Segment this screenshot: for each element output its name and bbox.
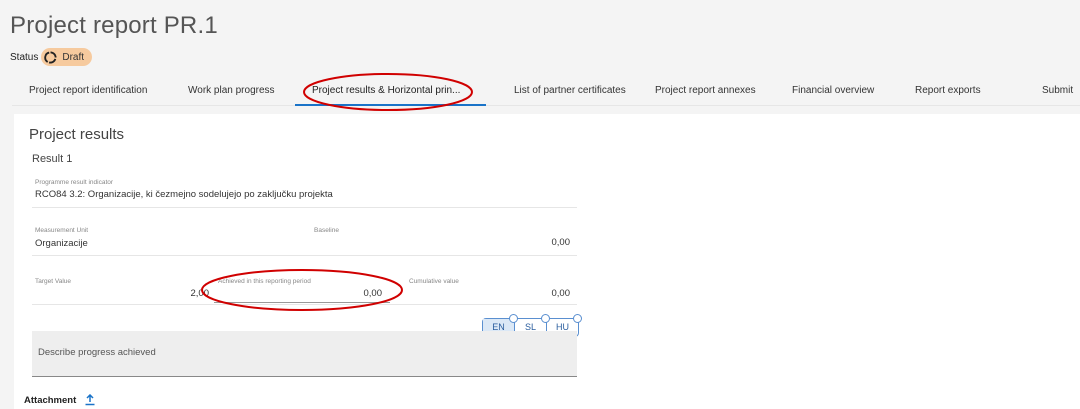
tab-report-exports[interactable]: Report exports — [915, 76, 981, 106]
status-value: Draft — [62, 51, 85, 63]
tab-partner-certificates[interactable]: List of partner certificates — [514, 76, 626, 106]
status-row: Status Draft — [10, 48, 93, 66]
tab-bar: Project report identification Work plan … — [12, 76, 1080, 106]
tab-financial-overview[interactable]: Financial overview — [792, 76, 874, 106]
tab-submit[interactable]: Submit — [1042, 76, 1073, 106]
baseline-label: Baseline — [314, 227, 339, 234]
indicator-label: Programme result indicator — [35, 179, 114, 186]
divider — [32, 207, 577, 208]
active-tab-underline — [295, 104, 486, 106]
achieved-input-line — [214, 302, 390, 303]
tab-work-plan-progress[interactable]: Work plan progress — [188, 76, 275, 106]
unit-label: Measurement Unit — [35, 227, 89, 234]
tab-project-report-identification[interactable]: Project report identification — [29, 76, 147, 106]
cumulative-label: Cumulative value — [409, 278, 459, 285]
progress-placeholder: Describe progress achieved — [38, 347, 156, 358]
results-panel: Project results Result 1 Programme resul… — [14, 114, 1080, 409]
indicator-value: RCO84 3.2: Organizacije, ki čezmejno sod… — [35, 189, 333, 200]
divider — [32, 255, 577, 256]
unit-value: Organizacije — [35, 238, 88, 249]
page-title: Project report PR.1 — [10, 12, 218, 39]
achieved-input[interactable]: 0,00 — [314, 288, 383, 299]
achieved-label: Achieved in this reporting period — [218, 278, 311, 285]
target-value: 2,00 — [190, 288, 210, 299]
result-title: Result 1 — [32, 153, 73, 165]
attachment-row: Attachment — [24, 394, 96, 406]
target-label: Target Value — [35, 278, 72, 285]
section-title: Project results — [29, 126, 125, 143]
tab-report-annexes[interactable]: Project report annexes — [655, 76, 756, 106]
attachment-label: Attachment — [24, 394, 77, 406]
progress-textarea[interactable]: Describe progress achieved — [32, 331, 577, 377]
cumulative-value: 0,00 — [551, 288, 571, 299]
baseline-value: 0,00 — [551, 237, 571, 248]
divider — [32, 304, 577, 305]
status-label: Status — [10, 51, 39, 63]
status-badge: Draft — [41, 48, 93, 66]
lang-indicator-icon — [573, 314, 582, 323]
tab-project-results[interactable]: Project results & Horizontal prin... — [312, 76, 460, 106]
upload-icon[interactable] — [84, 394, 96, 406]
draft-circle-icon — [44, 50, 57, 64]
